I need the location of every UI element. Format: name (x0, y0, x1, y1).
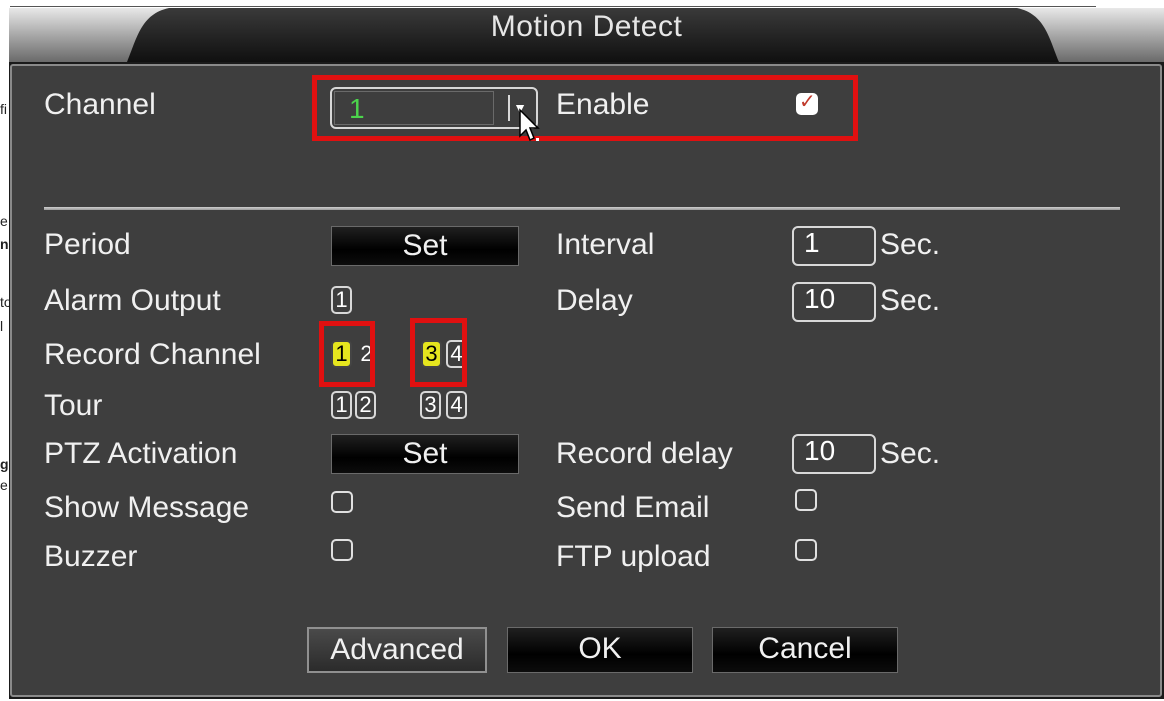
delay-unit: Sec. (880, 284, 941, 317)
tour-label: Tour (44, 389, 103, 422)
cancel-button[interactable]: Cancel (712, 627, 898, 673)
ptz-activation-label: PTZ Activation (44, 437, 238, 470)
tour-1[interactable]: 1 (331, 391, 352, 419)
alarm-output-1[interactable]: 1 (331, 286, 352, 314)
period-label: Period (44, 228, 131, 261)
ptz-set-button[interactable]: Set (331, 434, 519, 474)
tour-2[interactable]: 2 (355, 391, 376, 419)
record-channel-label: Record Channel (44, 338, 261, 371)
ftp-upload-checkbox[interactable] (795, 539, 817, 561)
send-email-checkbox[interactable] (795, 489, 817, 511)
background-divider (10, 6, 1096, 7)
buzzer-checkbox[interactable] (331, 539, 353, 561)
highlight-box (312, 75, 858, 141)
channel-label: Channel (44, 88, 156, 121)
highlight-box (410, 318, 467, 387)
settings-panel (10, 64, 1162, 697)
title-bar: Motion Detect (9, 8, 1164, 62)
record-delay-input[interactable]: 10 (792, 434, 876, 474)
show-message-label: Show Message (44, 491, 250, 524)
ftp-upload-label: FTP upload (556, 540, 711, 573)
record-delay-label: Record delay (556, 437, 733, 470)
highlight-box (319, 321, 375, 387)
interval-unit: Sec. (880, 228, 941, 261)
send-email-label: Send Email (556, 491, 710, 524)
period-set-button[interactable]: Set (331, 226, 519, 266)
tour-4[interactable]: 4 (446, 391, 467, 419)
section-divider (44, 207, 1120, 210)
advanced-button[interactable]: Advanced (307, 627, 487, 673)
interval-label: Interval (556, 228, 655, 261)
show-message-checkbox[interactable] (331, 491, 353, 513)
alarm-output-label: Alarm Output (44, 284, 221, 317)
interval-input[interactable]: 1 (792, 226, 876, 266)
buzzer-label: Buzzer (44, 540, 138, 573)
mouse-pointer-icon (519, 108, 540, 142)
delay-input[interactable]: 10 (792, 282, 876, 322)
delay-label: Delay (556, 284, 633, 317)
tour-3[interactable]: 3 (420, 391, 441, 419)
record-delay-unit: Sec. (880, 437, 941, 470)
dialog-title: Motion Detect (490, 10, 683, 43)
ok-button[interactable]: OK (507, 627, 693, 673)
